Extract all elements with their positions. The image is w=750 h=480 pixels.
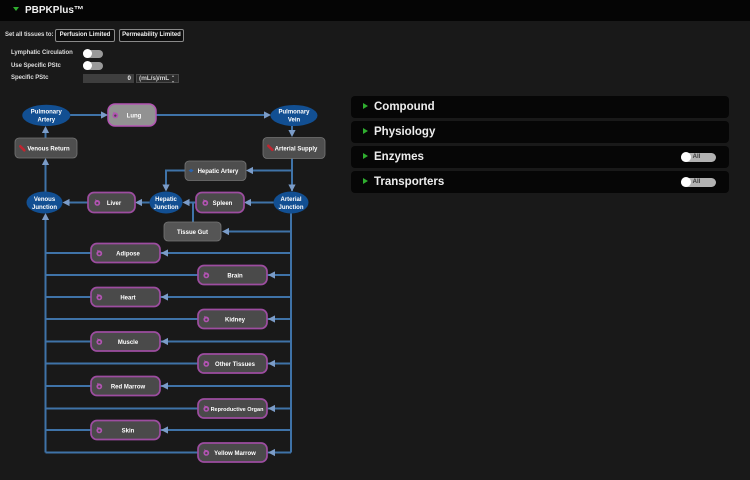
svg-text:Lung: Lung	[127, 114, 142, 120]
svg-text:Arterial Supply: Arterial Supply	[275, 147, 318, 153]
svg-text:Brain: Brain	[227, 273, 243, 279]
svg-text:Liver: Liver	[107, 201, 122, 207]
svg-text:Yellow Marrow: Yellow Marrow	[214, 451, 256, 457]
svg-text:Pulmonary: Pulmonary	[31, 110, 63, 116]
svg-text:Junction: Junction	[154, 205, 179, 211]
svg-text:Other Tissues: Other Tissues	[215, 362, 256, 368]
svg-text:Arterial: Arterial	[280, 197, 301, 203]
svg-text:Venous: Venous	[34, 197, 56, 203]
svg-text:Hepatic Artery: Hepatic Artery	[198, 169, 239, 175]
svg-text:Kidney: Kidney	[225, 317, 246, 323]
svg-text:Heart: Heart	[120, 295, 135, 301]
svg-text:Hepatic: Hepatic	[155, 197, 177, 203]
svg-text:Red Marrow: Red Marrow	[111, 384, 146, 390]
svg-text:Venous Return: Venous Return	[27, 147, 70, 153]
svg-text:Tissue Gut: Tissue Gut	[177, 230, 208, 236]
svg-text:Adipose: Adipose	[116, 251, 140, 257]
svg-text:Vein: Vein	[288, 118, 301, 124]
svg-text:Junction: Junction	[279, 205, 304, 211]
svg-text:Reproductive Organ: Reproductive Organ	[211, 407, 265, 413]
svg-text:Muscle: Muscle	[118, 340, 139, 346]
svg-text:Skin: Skin	[122, 428, 135, 434]
svg-text:Artery: Artery	[37, 118, 55, 124]
svg-text:Pulmonary: Pulmonary	[278, 110, 310, 116]
svg-text:Spleen: Spleen	[213, 201, 233, 207]
svg-text:Junction: Junction	[32, 205, 57, 211]
